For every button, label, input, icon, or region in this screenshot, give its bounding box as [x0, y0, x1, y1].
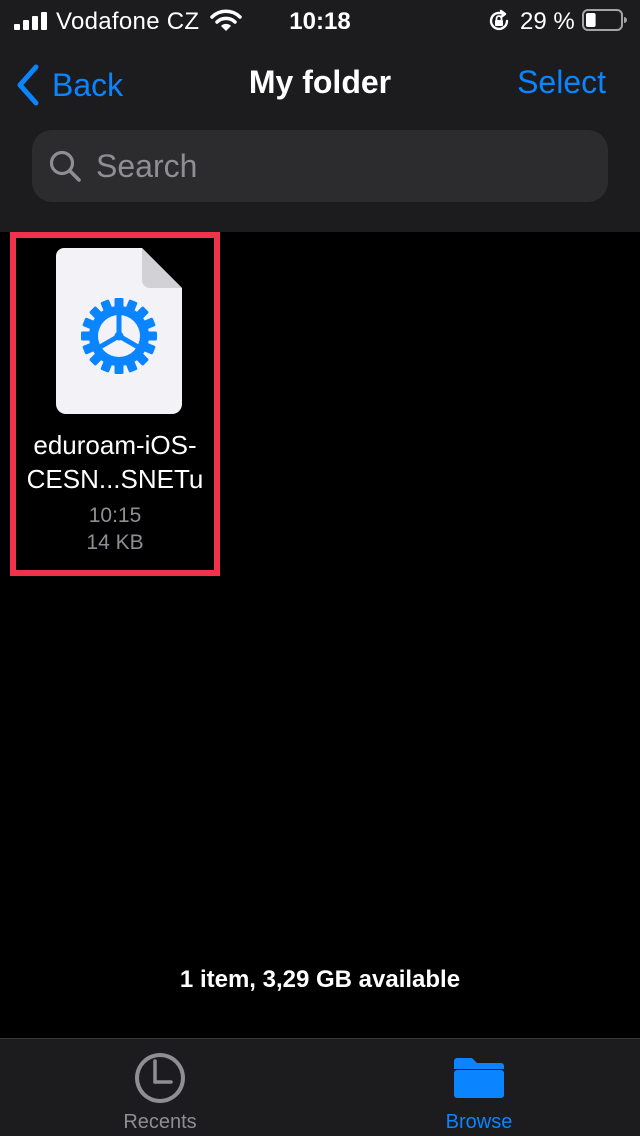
chevron-left-icon	[17, 64, 39, 106]
page-title: My folder	[248, 64, 392, 100]
search-bar[interactable]	[32, 130, 608, 202]
storage-status: 1 item, 3,29 GB available	[179, 966, 461, 993]
rotation-lock-icon	[489, 9, 509, 31]
file-meta: 10:15 14 KB	[16, 502, 214, 556]
file-time: 10:15	[88, 504, 142, 527]
battery-percent: 29 %	[520, 8, 575, 35]
tab-bar: Recents Browse	[0, 1038, 640, 1136]
file-item[interactable]: eduroam-iOS- CESN...SNETu 10:15 14 KB	[10, 232, 220, 576]
select-button[interactable]: Select	[517, 64, 606, 101]
tab-recents[interactable]: Recents	[60, 1051, 260, 1134]
file-name-line-1: eduroam-iOS-	[33, 430, 197, 460]
settings-gear-icon	[56, 248, 182, 414]
back-button-label: Back	[52, 66, 124, 103]
search-icon	[49, 150, 81, 182]
folder-icon	[454, 1058, 504, 1098]
battery-icon	[582, 9, 627, 31]
tab-browse[interactable]: Browse	[379, 1051, 579, 1134]
tab-browse-label: Browse	[445, 1111, 513, 1133]
clock-icon	[135, 1053, 185, 1103]
search-input[interactable]	[94, 146, 598, 186]
file-name: eduroam-iOS- CESN...SNETu	[16, 428, 214, 496]
status-bar: Vodafone CZ 10:18 29 %	[0, 0, 640, 40]
file-size: 14 KB	[86, 531, 144, 554]
tab-recents-label: Recents	[123, 1111, 197, 1133]
file-name-line-2: CESN...SNETu	[26, 464, 204, 494]
screen: Vodafone CZ 10:18 29 % Back My folder Se…	[0, 0, 640, 1136]
back-button[interactable]: Back	[14, 60, 123, 110]
header: Vodafone CZ 10:18 29 % Back My folder Se…	[0, 0, 640, 232]
